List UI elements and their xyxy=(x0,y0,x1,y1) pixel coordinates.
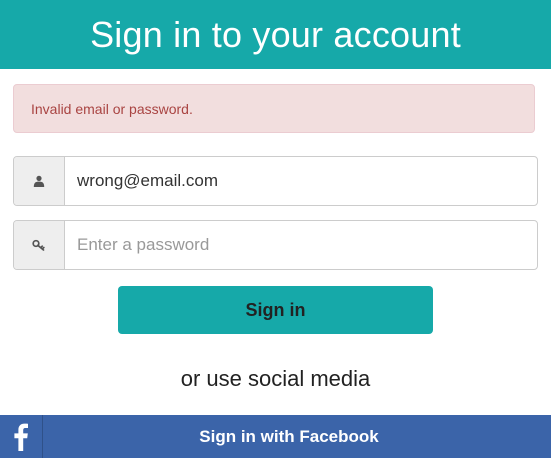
facebook-sign-in-label: Sign in with Facebook xyxy=(199,426,379,446)
facebook-icon xyxy=(0,415,43,458)
social-divider-text: or use social media xyxy=(180,366,371,391)
password-field[interactable] xyxy=(65,221,537,269)
page-title: Sign in to your account xyxy=(90,13,461,55)
error-alert: Invalid email or password. xyxy=(13,84,535,133)
email-input-group xyxy=(13,156,538,206)
email-field[interactable] xyxy=(65,157,537,205)
user-icon xyxy=(14,157,65,205)
key-icon xyxy=(14,221,65,269)
error-alert-message: Invalid email or password. xyxy=(31,100,193,117)
sign-in-button[interactable]: Sign in xyxy=(118,286,433,334)
header-bar: Sign in to your account xyxy=(0,0,551,69)
password-input-group xyxy=(13,220,538,270)
facebook-sign-in-button[interactable]: Sign in with Facebook xyxy=(0,415,551,458)
